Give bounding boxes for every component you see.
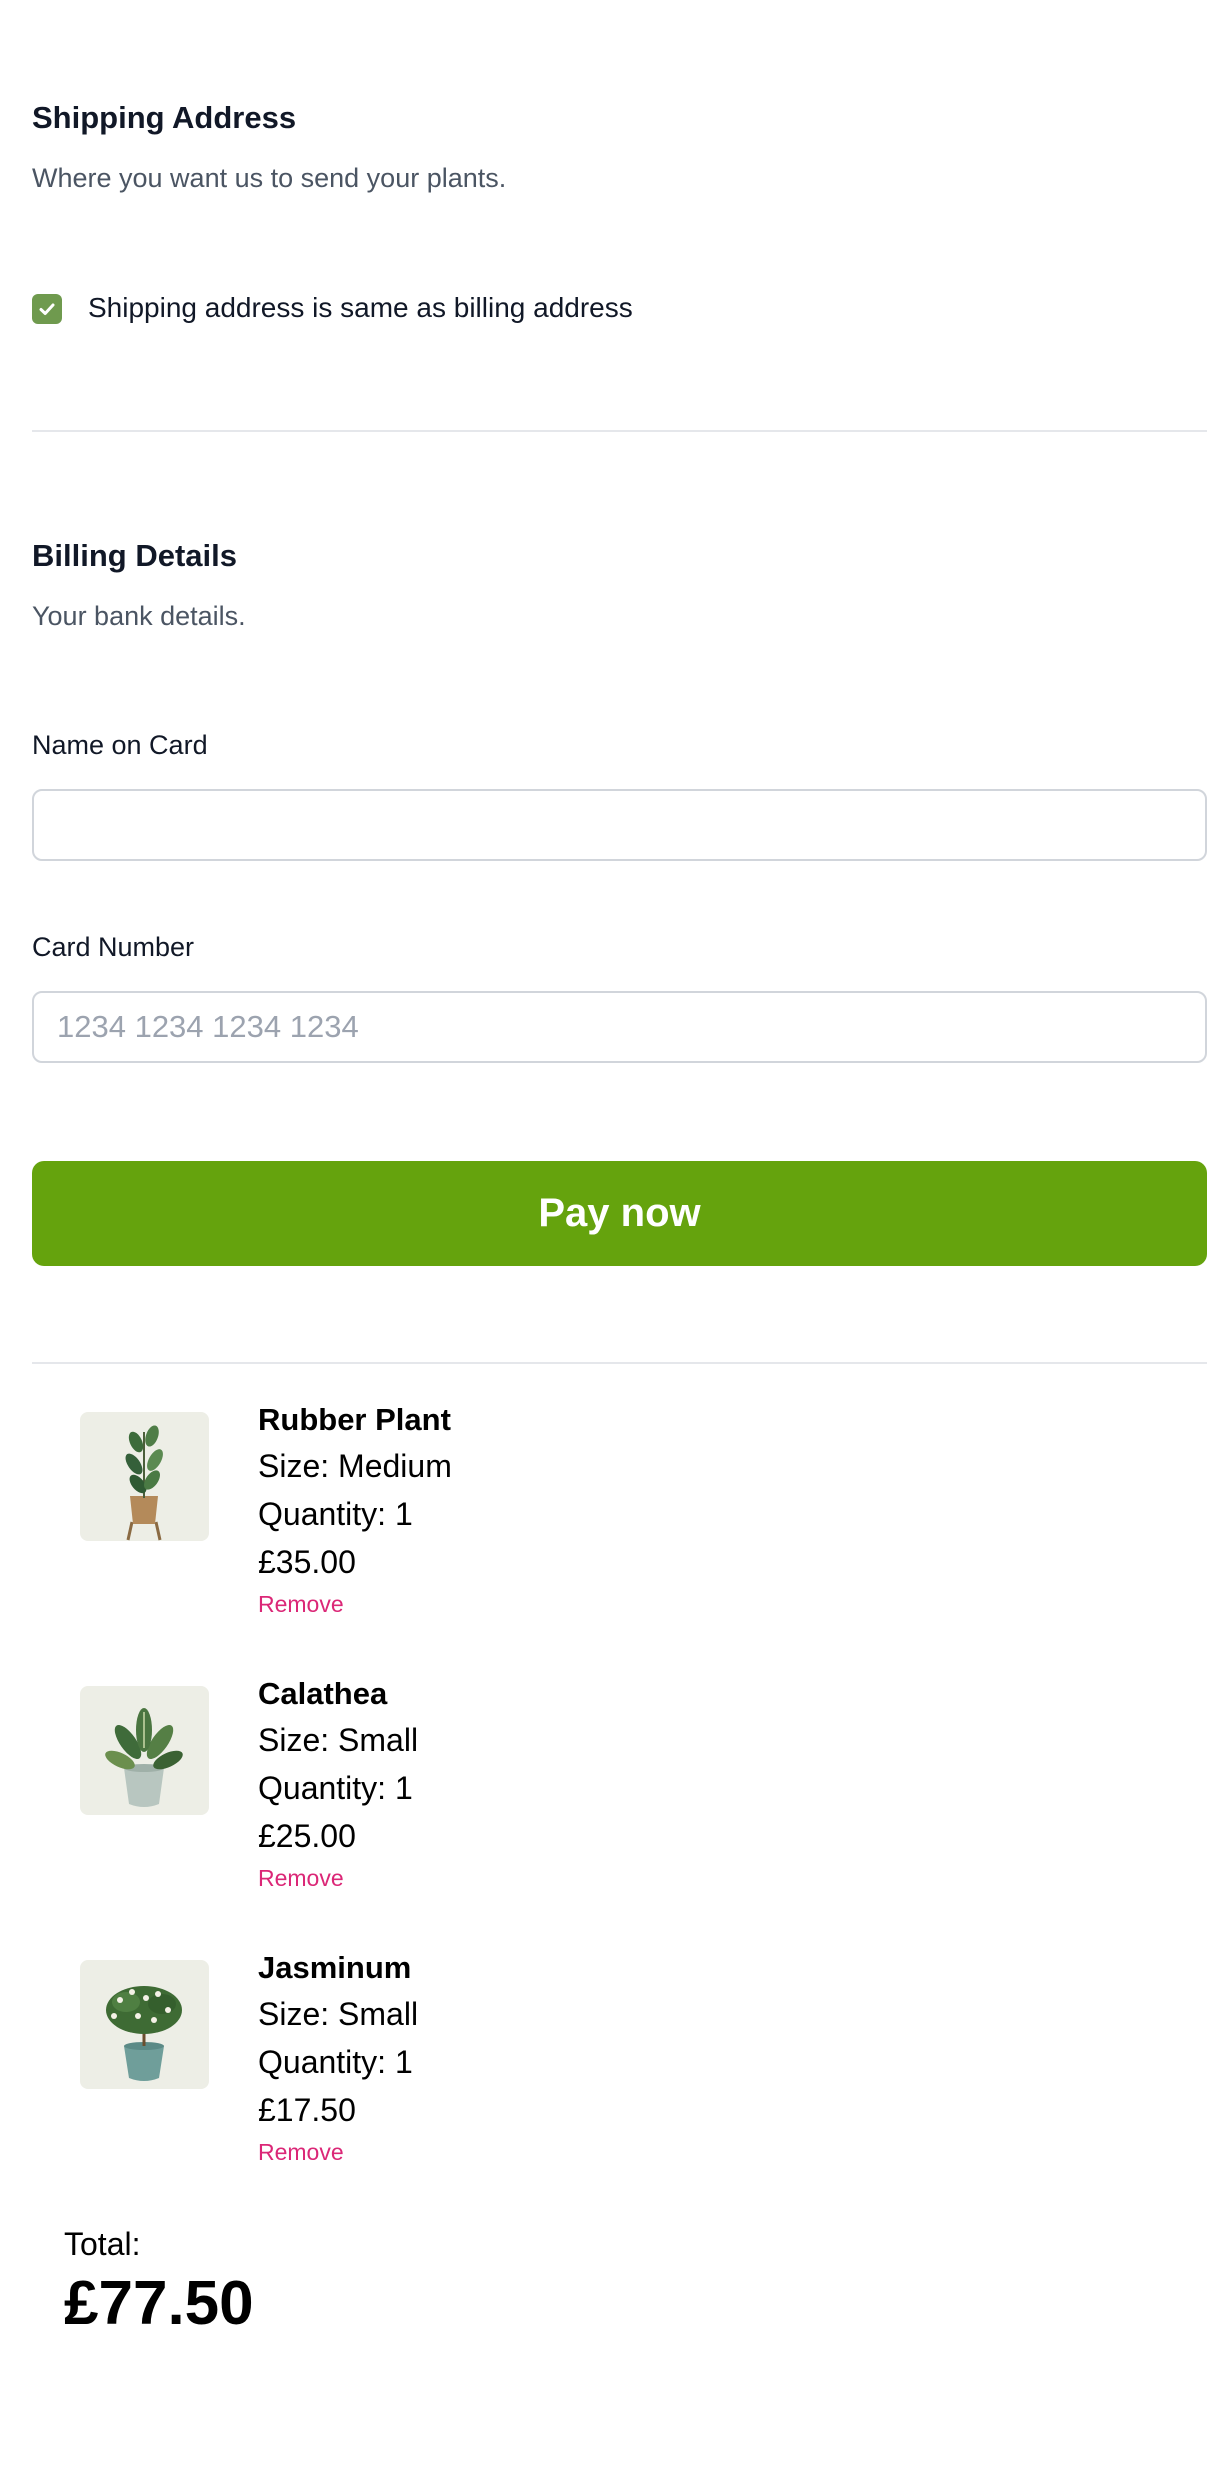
item-price: £35.00 [258, 1544, 356, 1580]
same-as-billing-checkbox[interactable] [32, 294, 62, 324]
check-icon [39, 303, 55, 315]
cart-item-calathea: Calathea Size: Small Quantity: 1 £25.00 … [258, 1672, 418, 1896]
rubber-plant-image [80, 1412, 209, 1541]
item-quantity: Quantity: 1 [258, 1496, 413, 1532]
pay-now-button[interactable]: Pay now [32, 1161, 1207, 1266]
item-name: Rubber Plant [258, 1402, 451, 1437]
remove-item-button[interactable]: Remove [258, 1586, 452, 1622]
remove-item-button[interactable]: Remove [258, 2134, 418, 2170]
item-quantity: Quantity: 1 [258, 2044, 413, 2080]
item-size: Size: Small [258, 1996, 419, 2032]
item-quantity: Quantity: 1 [258, 1770, 413, 1806]
cart-item-jasminum: Jasminum Size: Small Quantity: 1 £17.50 … [258, 1946, 418, 2170]
same-as-billing-label[interactable]: Shipping address is same as billing addr… [88, 292, 633, 324]
calathea-image [80, 1686, 209, 1815]
total-label: Total: [64, 2226, 141, 2262]
item-size: Size: Medium [258, 1448, 452, 1484]
item-name: Jasminum [258, 1950, 412, 1985]
checkout-page: Shipping Address Where you want us to se… [0, 0, 1228, 2487]
remove-item-button[interactable]: Remove [258, 1860, 418, 1896]
card-number-input[interactable] [32, 991, 1207, 1063]
item-name: Calathea [258, 1676, 388, 1711]
billing-title: Billing Details [32, 538, 237, 573]
cart-divider [32, 1362, 1207, 1364]
item-price: £17.50 [258, 2092, 356, 2128]
total-value: £77.50 [64, 2269, 254, 2338]
item-price: £25.00 [258, 1818, 356, 1854]
card-number-label: Card Number [32, 932, 195, 962]
name-on-card-input[interactable] [32, 789, 1207, 861]
name-on-card-label: Name on Card [32, 730, 208, 760]
item-size: Size: Small [258, 1722, 419, 1758]
shipping-subtitle: Where you want us to send your plants. [32, 163, 507, 193]
cart-item-rubber-plant: Rubber Plant Size: Medium Quantity: 1 £3… [258, 1398, 452, 1622]
section-divider [32, 430, 1207, 432]
shipping-title: Shipping Address [32, 100, 297, 135]
billing-subtitle: Your bank details. [32, 601, 246, 631]
jasminum-image [80, 1960, 209, 2089]
